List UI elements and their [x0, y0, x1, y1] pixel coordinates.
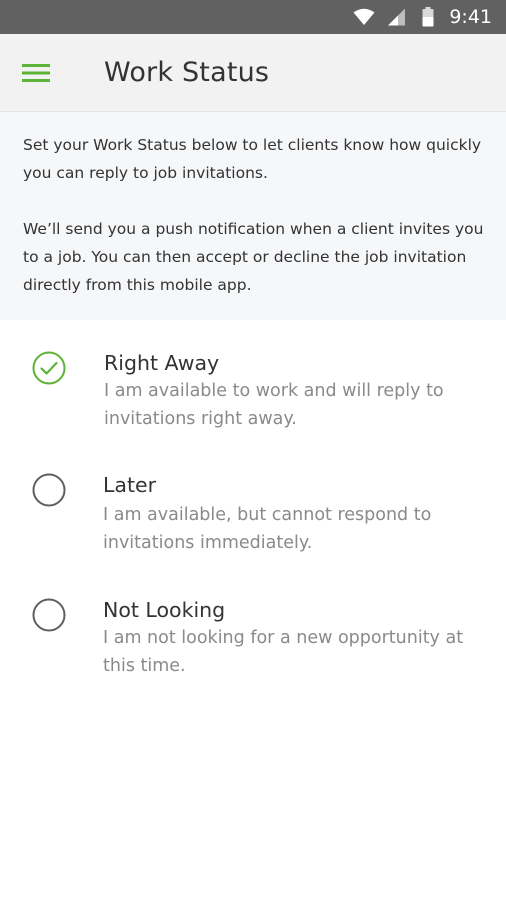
option-description: I am available, but cannot respond to in… — [103, 505, 432, 553]
cellular-signal-icon — [387, 8, 406, 30]
intro-text-2: We’ll send you a push notification when … — [23, 220, 484, 294]
option-title: Not Looking — [103, 598, 226, 622]
check-circle-icon[interactable] — [32, 351, 66, 385]
option-title: Right Away — [104, 351, 220, 375]
status-time: 9:41 — [449, 6, 492, 28]
option-not-looking[interactable]: Not Looking I am not looking for a new o… — [0, 593, 506, 703]
option-description: I am available to work and will reply to… — [104, 381, 444, 429]
intro-panel: Set your Work Status below to let client… — [0, 112, 506, 320]
radio-unchecked-icon[interactable] — [32, 598, 66, 632]
wifi-icon — [353, 8, 375, 30]
hamburger-menu-icon — [22, 64, 50, 82]
page-title: Work Status — [104, 57, 270, 88]
intro-text-1: Set your Work Status below to let client… — [23, 136, 482, 182]
menu-button[interactable] — [14, 56, 58, 90]
option-title: Later — [103, 473, 157, 497]
radio-unchecked-icon[interactable] — [32, 473, 66, 507]
option-later[interactable]: Later I am available, but cannot respond… — [0, 468, 506, 578]
option-right-away[interactable]: Right Away I am available to work and wi… — [0, 345, 506, 455]
battery-icon — [422, 7, 434, 31]
status-bar: 9:41 — [0, 0, 506, 34]
app-bar: Work Status — [0, 34, 506, 112]
option-description: I am not looking for a new opportunity a… — [103, 628, 464, 676]
